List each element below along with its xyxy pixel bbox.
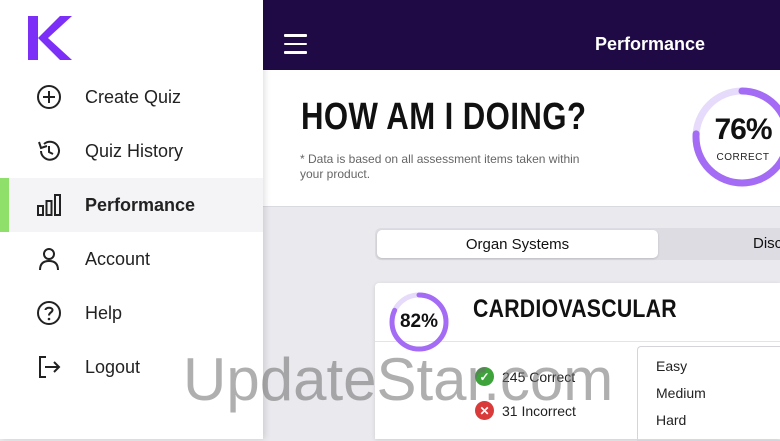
difficulty-list: Easy Medium Hard [637, 346, 780, 441]
topic-score-value: 82% [399, 311, 439, 332]
page-title: Performance [595, 34, 706, 54]
sidebar-item-label: Quiz History [85, 140, 184, 161]
sidebar-item-label: Performance [85, 194, 196, 215]
help-circle-icon [37, 301, 61, 325]
difficulty-hard[interactable]: Hard [656, 412, 686, 428]
plus-circle-icon [37, 85, 61, 109]
tab-disciplines[interactable]: Disc [753, 235, 780, 252]
topic-title: CARDIOVASCULAR [473, 295, 677, 323]
summary-heading: HOW AM I DOING? [301, 96, 587, 138]
sidebar-item-quiz-history[interactable]: Quiz History [0, 124, 263, 178]
sidebar-item-performance[interactable]: Performance [0, 178, 263, 232]
menu-icon[interactable] [284, 34, 307, 60]
summary-note: * Data is based on all assessment items … [300, 152, 580, 181]
category-tabs: Organ Systems Disc [375, 228, 780, 260]
summary-card: HOW AM I DOING? * Data is based on all a… [263, 70, 780, 207]
sidebar-item-label: Account [85, 248, 151, 269]
logout-icon [39, 356, 61, 378]
sidebar-item-help[interactable]: Help [0, 286, 263, 340]
history-icon [38, 140, 60, 161]
kaplan-logo-icon[interactable] [26, 16, 74, 60]
difficulty-medium[interactable]: Medium [656, 385, 706, 401]
top-bar: Performance [263, 0, 780, 70]
user-icon [39, 248, 59, 271]
sidebar-item-label: Logout [85, 356, 141, 377]
difficulty-easy[interactable]: Easy [656, 358, 687, 374]
overall-score-label: CORRECT [716, 152, 770, 163]
watermark: UpdateStar.com [183, 346, 614, 413]
bar-chart-icon [37, 194, 61, 216]
tab-organ-systems[interactable]: Organ Systems [377, 230, 658, 258]
sidebar-item-label: Help [85, 302, 123, 323]
sidebar-item-create-quiz[interactable]: Create Quiz [0, 70, 263, 124]
sidebar-item-label: Create Quiz [85, 86, 182, 107]
overall-score-value: 76% [714, 113, 772, 146]
sidebar-item-account[interactable]: Account [0, 232, 263, 286]
